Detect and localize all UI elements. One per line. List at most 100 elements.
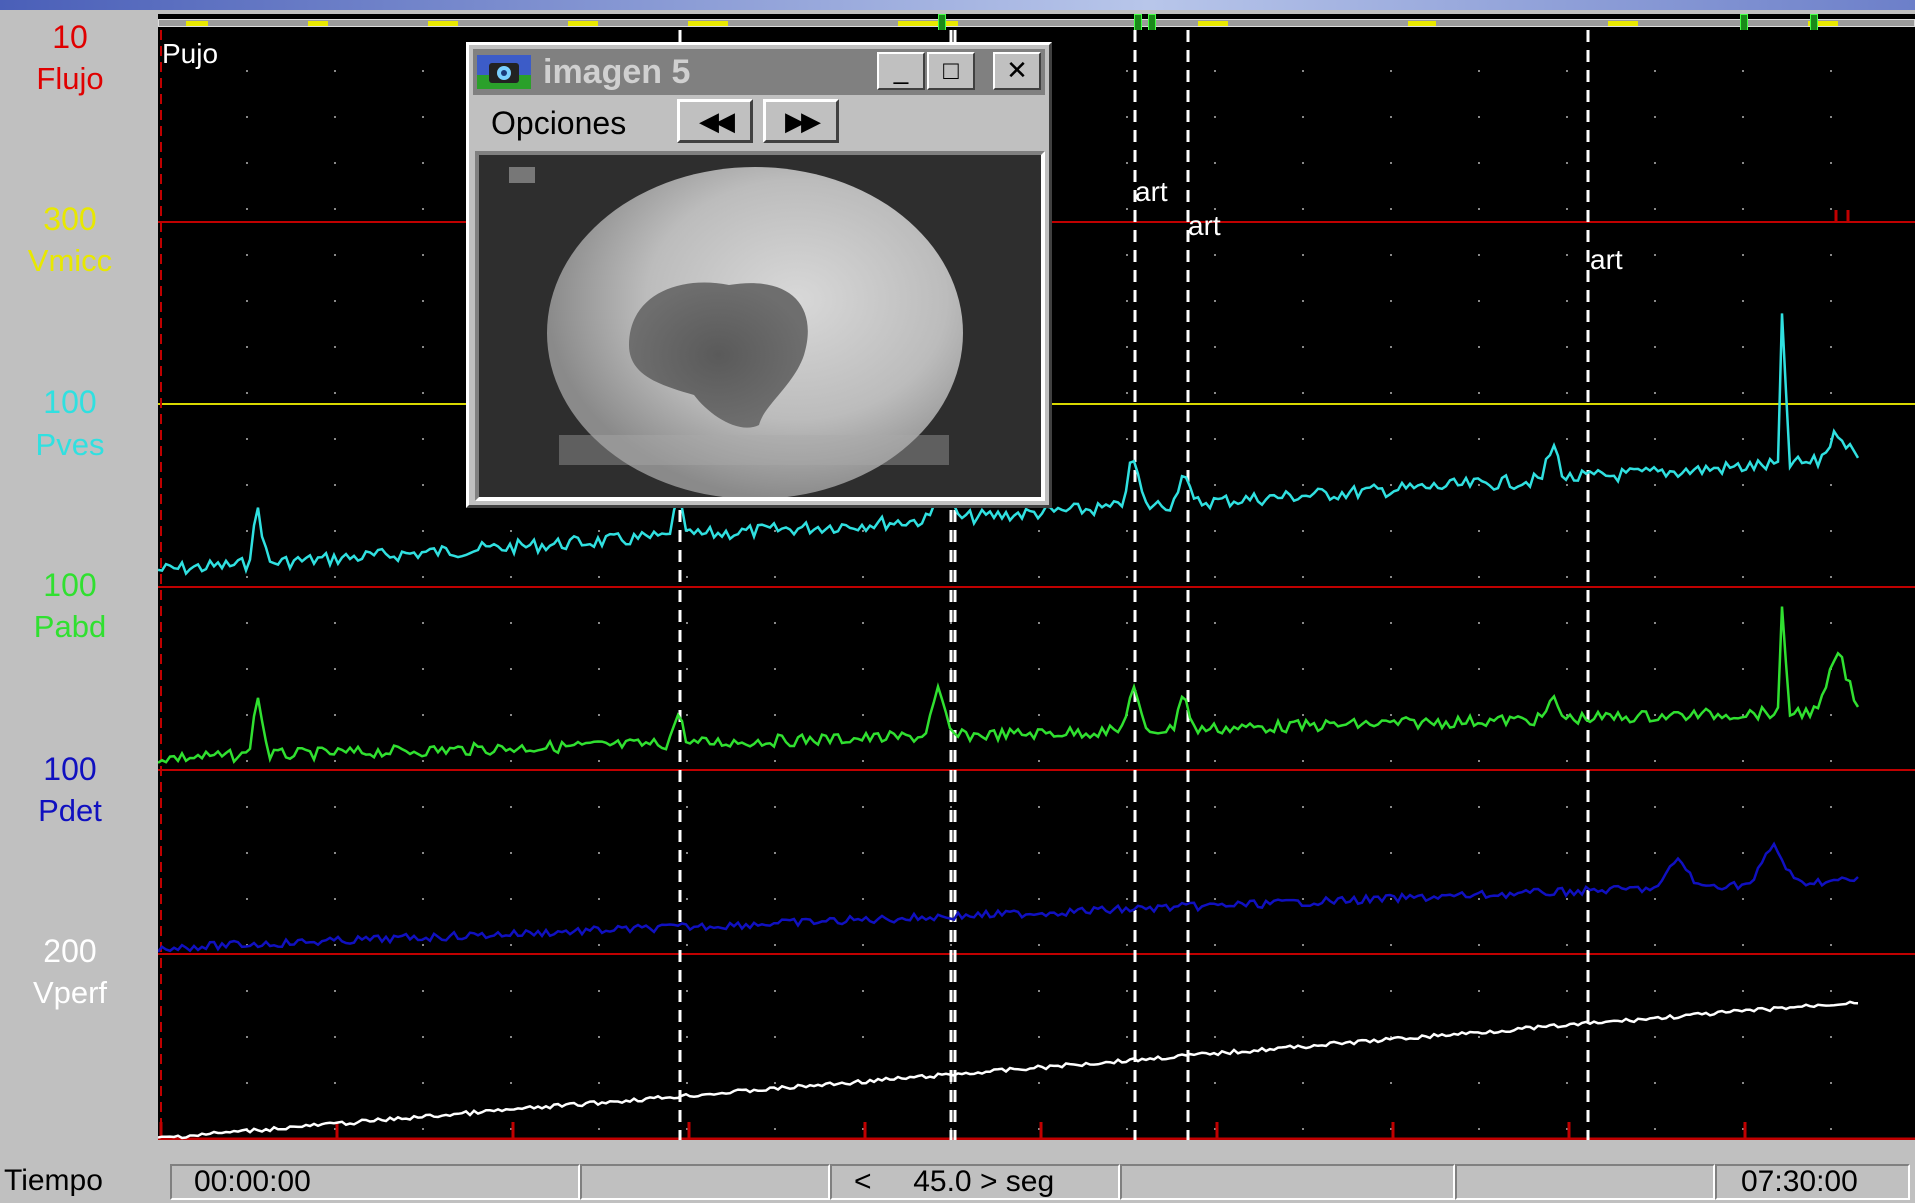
grid-dot xyxy=(1566,484,1568,486)
grid-dot xyxy=(1038,668,1040,670)
grid-dot xyxy=(334,760,336,762)
grid-dot xyxy=(1654,944,1656,946)
grid-dot xyxy=(422,208,424,210)
grid-dot xyxy=(1654,254,1656,256)
grid-dot xyxy=(510,622,512,624)
tiempo-label: Tiempo xyxy=(4,1164,103,1197)
fluoroscopy-image xyxy=(475,151,1045,501)
maximize-button[interactable]: □ xyxy=(927,52,975,90)
grid-dot xyxy=(1654,714,1656,716)
image-window[interactable]: imagen 5 _ □ ✕ Opciones ◀◀ ▶▶ xyxy=(466,42,1052,508)
grid-dot xyxy=(598,852,600,854)
forward-button[interactable]: ▶▶ xyxy=(763,99,839,143)
grid-dot xyxy=(334,162,336,164)
event-strip[interactable] xyxy=(158,14,1915,32)
speed-prev-arrow[interactable]: < xyxy=(854,1165,872,1198)
grid-dot xyxy=(1126,668,1128,670)
grid-dot xyxy=(950,1082,952,1084)
menu-opciones[interactable]: Opciones xyxy=(491,105,626,142)
window-titlebar[interactable]: imagen 5 _ □ ✕ xyxy=(473,49,1045,95)
grid-dot xyxy=(1654,438,1656,440)
grid-dot xyxy=(1566,806,1568,808)
speed-field[interactable]: < 45.0 > seg xyxy=(830,1164,1120,1200)
grid-dot xyxy=(422,668,424,670)
grid-dot xyxy=(510,1036,512,1038)
grid-dot xyxy=(686,576,688,578)
grid-dot xyxy=(1742,392,1744,394)
pujo-label: Pujo xyxy=(162,38,219,69)
close-button[interactable]: ✕ xyxy=(993,52,1041,90)
grid-dot xyxy=(334,1082,336,1084)
grid-dot xyxy=(1654,760,1656,762)
grid-dot xyxy=(1478,1128,1480,1130)
vmicc-label: Vmicc xyxy=(27,243,113,278)
status-field-empty xyxy=(1120,1164,1455,1200)
grid-dot xyxy=(1654,622,1656,624)
grid-dot xyxy=(246,116,248,118)
grid-dot xyxy=(422,254,424,256)
grid-dot xyxy=(246,760,248,762)
grid-dot xyxy=(1830,300,1832,302)
grid-dot xyxy=(1126,254,1128,256)
grid-dot xyxy=(1214,852,1216,854)
grid-dot xyxy=(774,990,776,992)
grid-dot xyxy=(422,898,424,900)
grid-dot xyxy=(1390,116,1392,118)
image-marker xyxy=(509,167,535,183)
grid-dot xyxy=(1214,162,1216,164)
grid-dot xyxy=(422,1036,424,1038)
grid-dot xyxy=(598,622,600,624)
grid-dot xyxy=(1126,1128,1128,1130)
vperf-label: Vperf xyxy=(32,975,108,1010)
grid-dot xyxy=(1302,944,1304,946)
grid-dot xyxy=(1214,438,1216,440)
grid-dot xyxy=(1478,346,1480,348)
grid-dot xyxy=(1654,300,1656,302)
grid-dot xyxy=(1830,70,1832,72)
grid-dot xyxy=(1654,70,1656,72)
grid-dot xyxy=(1302,576,1304,578)
grid-dot xyxy=(1126,1036,1128,1038)
grid-dot xyxy=(334,622,336,624)
grid-dot xyxy=(1126,346,1128,348)
grid-dot xyxy=(1302,668,1304,670)
grid-dot xyxy=(598,944,600,946)
grid-dot xyxy=(862,530,864,532)
art-label: art xyxy=(1135,176,1168,207)
speed-unit[interactable]: > seg xyxy=(980,1165,1054,1198)
grid-dot xyxy=(1038,714,1040,716)
grid-dot xyxy=(774,576,776,578)
grid-dot xyxy=(1302,208,1304,210)
grid-dot xyxy=(1742,530,1744,532)
vperf-trace xyxy=(158,1000,1859,1140)
grid-dot xyxy=(422,300,424,302)
grid-dot xyxy=(422,944,424,946)
grid-dot xyxy=(1302,484,1304,486)
grid-dot xyxy=(422,806,424,808)
grid-dot xyxy=(1126,760,1128,762)
grid-dot xyxy=(510,944,512,946)
grid-dot xyxy=(246,806,248,808)
grid-dot xyxy=(1566,162,1568,164)
grid-dot xyxy=(1830,760,1832,762)
speed-value: 45.0 xyxy=(913,1165,972,1198)
grid-dot xyxy=(598,530,600,532)
rewind-button[interactable]: ◀◀ xyxy=(677,99,753,143)
grid-dot xyxy=(1830,1082,1832,1084)
grid-dot xyxy=(1830,346,1832,348)
grid-dot xyxy=(246,70,248,72)
grid-dot xyxy=(1302,1082,1304,1084)
grid-dot xyxy=(334,116,336,118)
minimize-button[interactable]: _ xyxy=(877,52,925,90)
start-time-field: 00:00:00 xyxy=(170,1164,580,1200)
grid-dot xyxy=(1654,1036,1656,1038)
grid-dot xyxy=(598,1082,600,1084)
grid-dot xyxy=(1742,714,1744,716)
vmicc-scale: 300 xyxy=(43,201,97,237)
grid-dot xyxy=(1566,438,1568,440)
grid-dot xyxy=(1830,208,1832,210)
grid-dot xyxy=(686,990,688,992)
grid-dot xyxy=(1566,208,1568,210)
grid-dot xyxy=(1302,530,1304,532)
grid-dot xyxy=(598,806,600,808)
